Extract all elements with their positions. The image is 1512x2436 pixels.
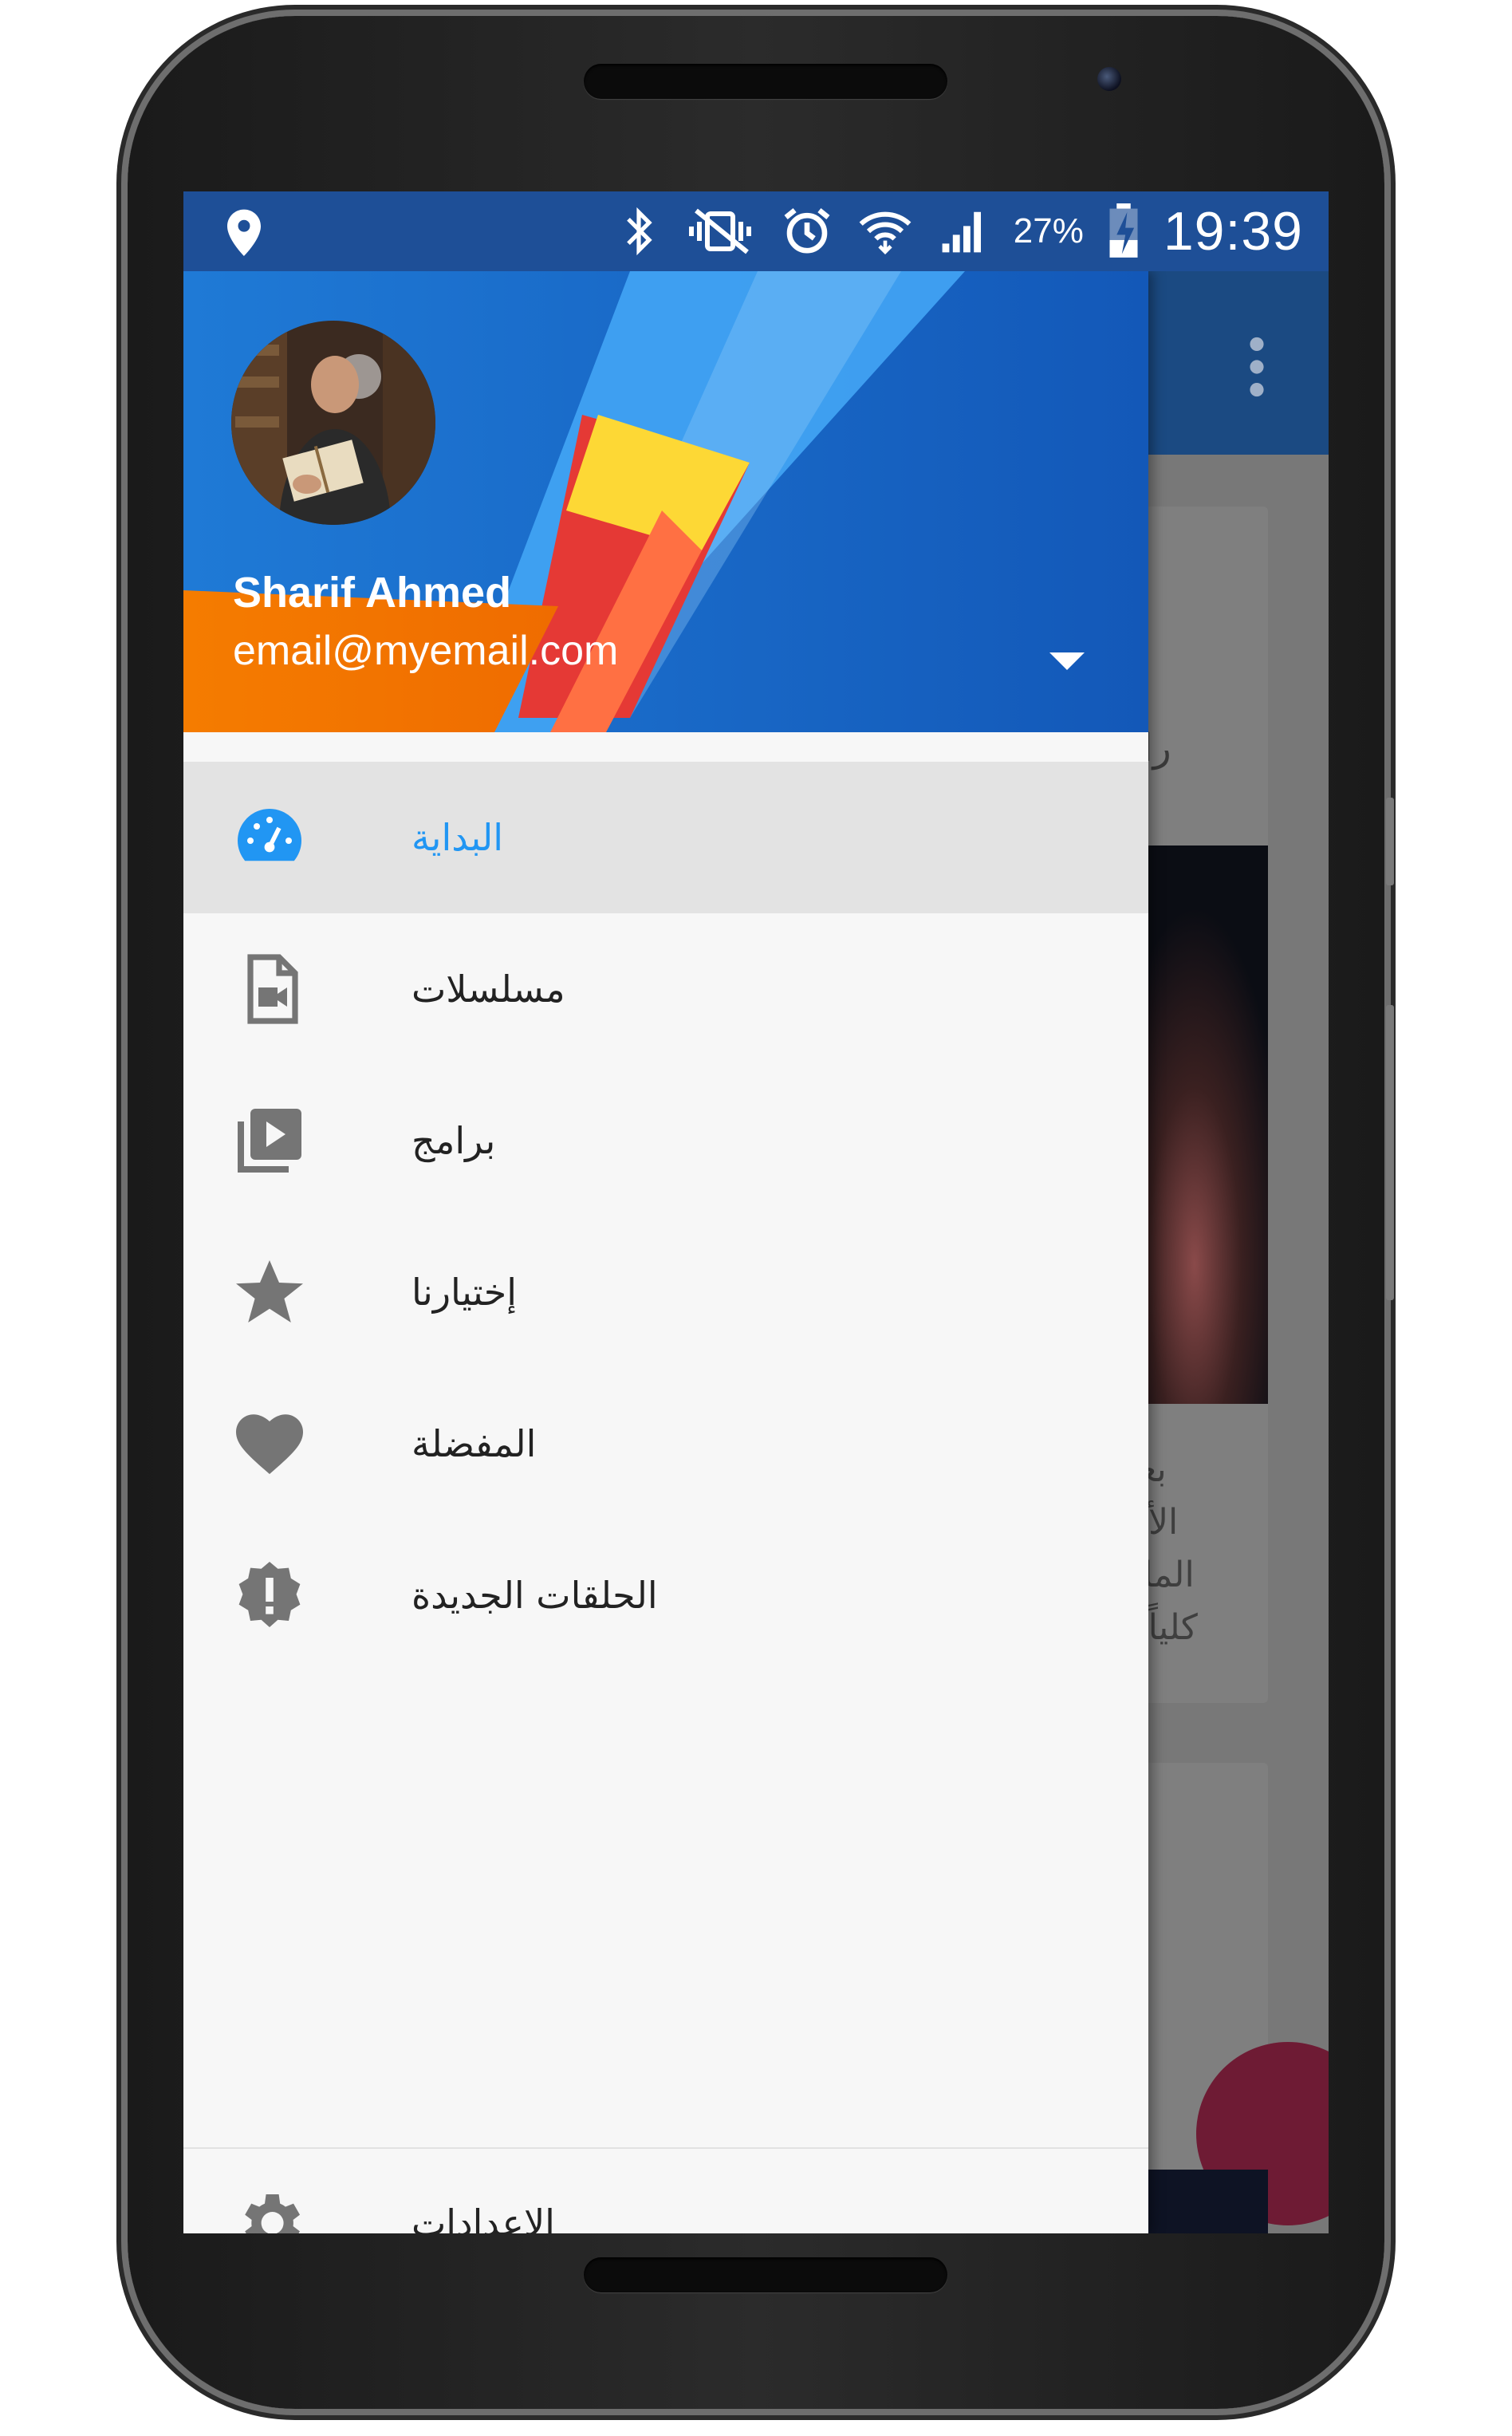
user-avatar[interactable] <box>231 321 435 525</box>
drawer-item-series[interactable]: مسلسلات <box>183 913 1148 1065</box>
drawer-header: Sharif Ahmed email@myemail.com <box>183 271 1148 732</box>
gear-icon <box>231 2185 308 2233</box>
bluetooth-icon <box>626 207 652 256</box>
drawer-item-settings[interactable]: الإعدادات <box>183 2147 1148 2233</box>
battery-percent: 27% <box>1013 211 1084 250</box>
drawer-item-favorites[interactable]: المفضلة <box>183 1368 1148 1520</box>
top-speaker <box>584 64 947 99</box>
drawer-menu: البداية مسلسلات برامج إختيارنا المفضلة ا… <box>183 762 1148 1671</box>
more-options-icon[interactable] <box>1247 335 1266 399</box>
user-email: email@myemail.com <box>233 628 619 674</box>
drawer-item-programs[interactable]: برامج <box>183 1065 1148 1216</box>
drawer-item-label: مسلسلات <box>411 968 565 1011</box>
speedometer-icon <box>231 799 308 876</box>
alert-badge-icon <box>231 1557 308 1634</box>
power-button <box>1386 1005 1394 1300</box>
vibrate-icon <box>688 208 751 254</box>
battery-charging-icon <box>1109 203 1138 258</box>
status-bar: 27% 19:39 <box>183 191 1329 271</box>
alarm-icon <box>784 208 830 254</box>
front-camera <box>1097 67 1121 91</box>
user-name: Sharif Ahmed <box>233 569 512 617</box>
drawer-item-new-episodes[interactable]: الحلقات الجديدة <box>183 1520 1148 1671</box>
drawer-item-label: برامج <box>411 1119 496 1162</box>
wifi-icon <box>859 211 912 254</box>
drawer-item-label: المفضلة <box>411 1422 537 1465</box>
star-icon <box>231 1254 308 1330</box>
drawer-item-home[interactable]: البداية <box>183 762 1148 913</box>
drawer-item-label: إختيارنا <box>411 1271 518 1314</box>
drawer-item-label: الحلقات الجديدة <box>411 1574 658 1617</box>
heart-icon <box>231 1405 308 1482</box>
drawer-item-label: البداية <box>411 816 504 859</box>
volume-button <box>1386 798 1394 885</box>
bottom-speaker <box>584 2257 947 2292</box>
account-dropdown-arrow-icon[interactable] <box>1043 644 1091 676</box>
drawer-item-our-picks[interactable]: إختيارنا <box>183 1216 1148 1368</box>
location-icon <box>227 209 261 256</box>
signal-icon <box>942 211 981 253</box>
screen: 27% 19:39 رامز بعد أ الأسد الماض كلياً ف <box>183 191 1329 2233</box>
clock: 19:39 <box>1163 201 1303 262</box>
settings-label: الإعدادات <box>411 2201 555 2233</box>
navigation-drawer: Sharif Ahmed email@myemail.com البداية م… <box>183 271 1148 2233</box>
video-library-icon <box>231 1102 308 1179</box>
video-file-icon <box>231 951 308 1027</box>
